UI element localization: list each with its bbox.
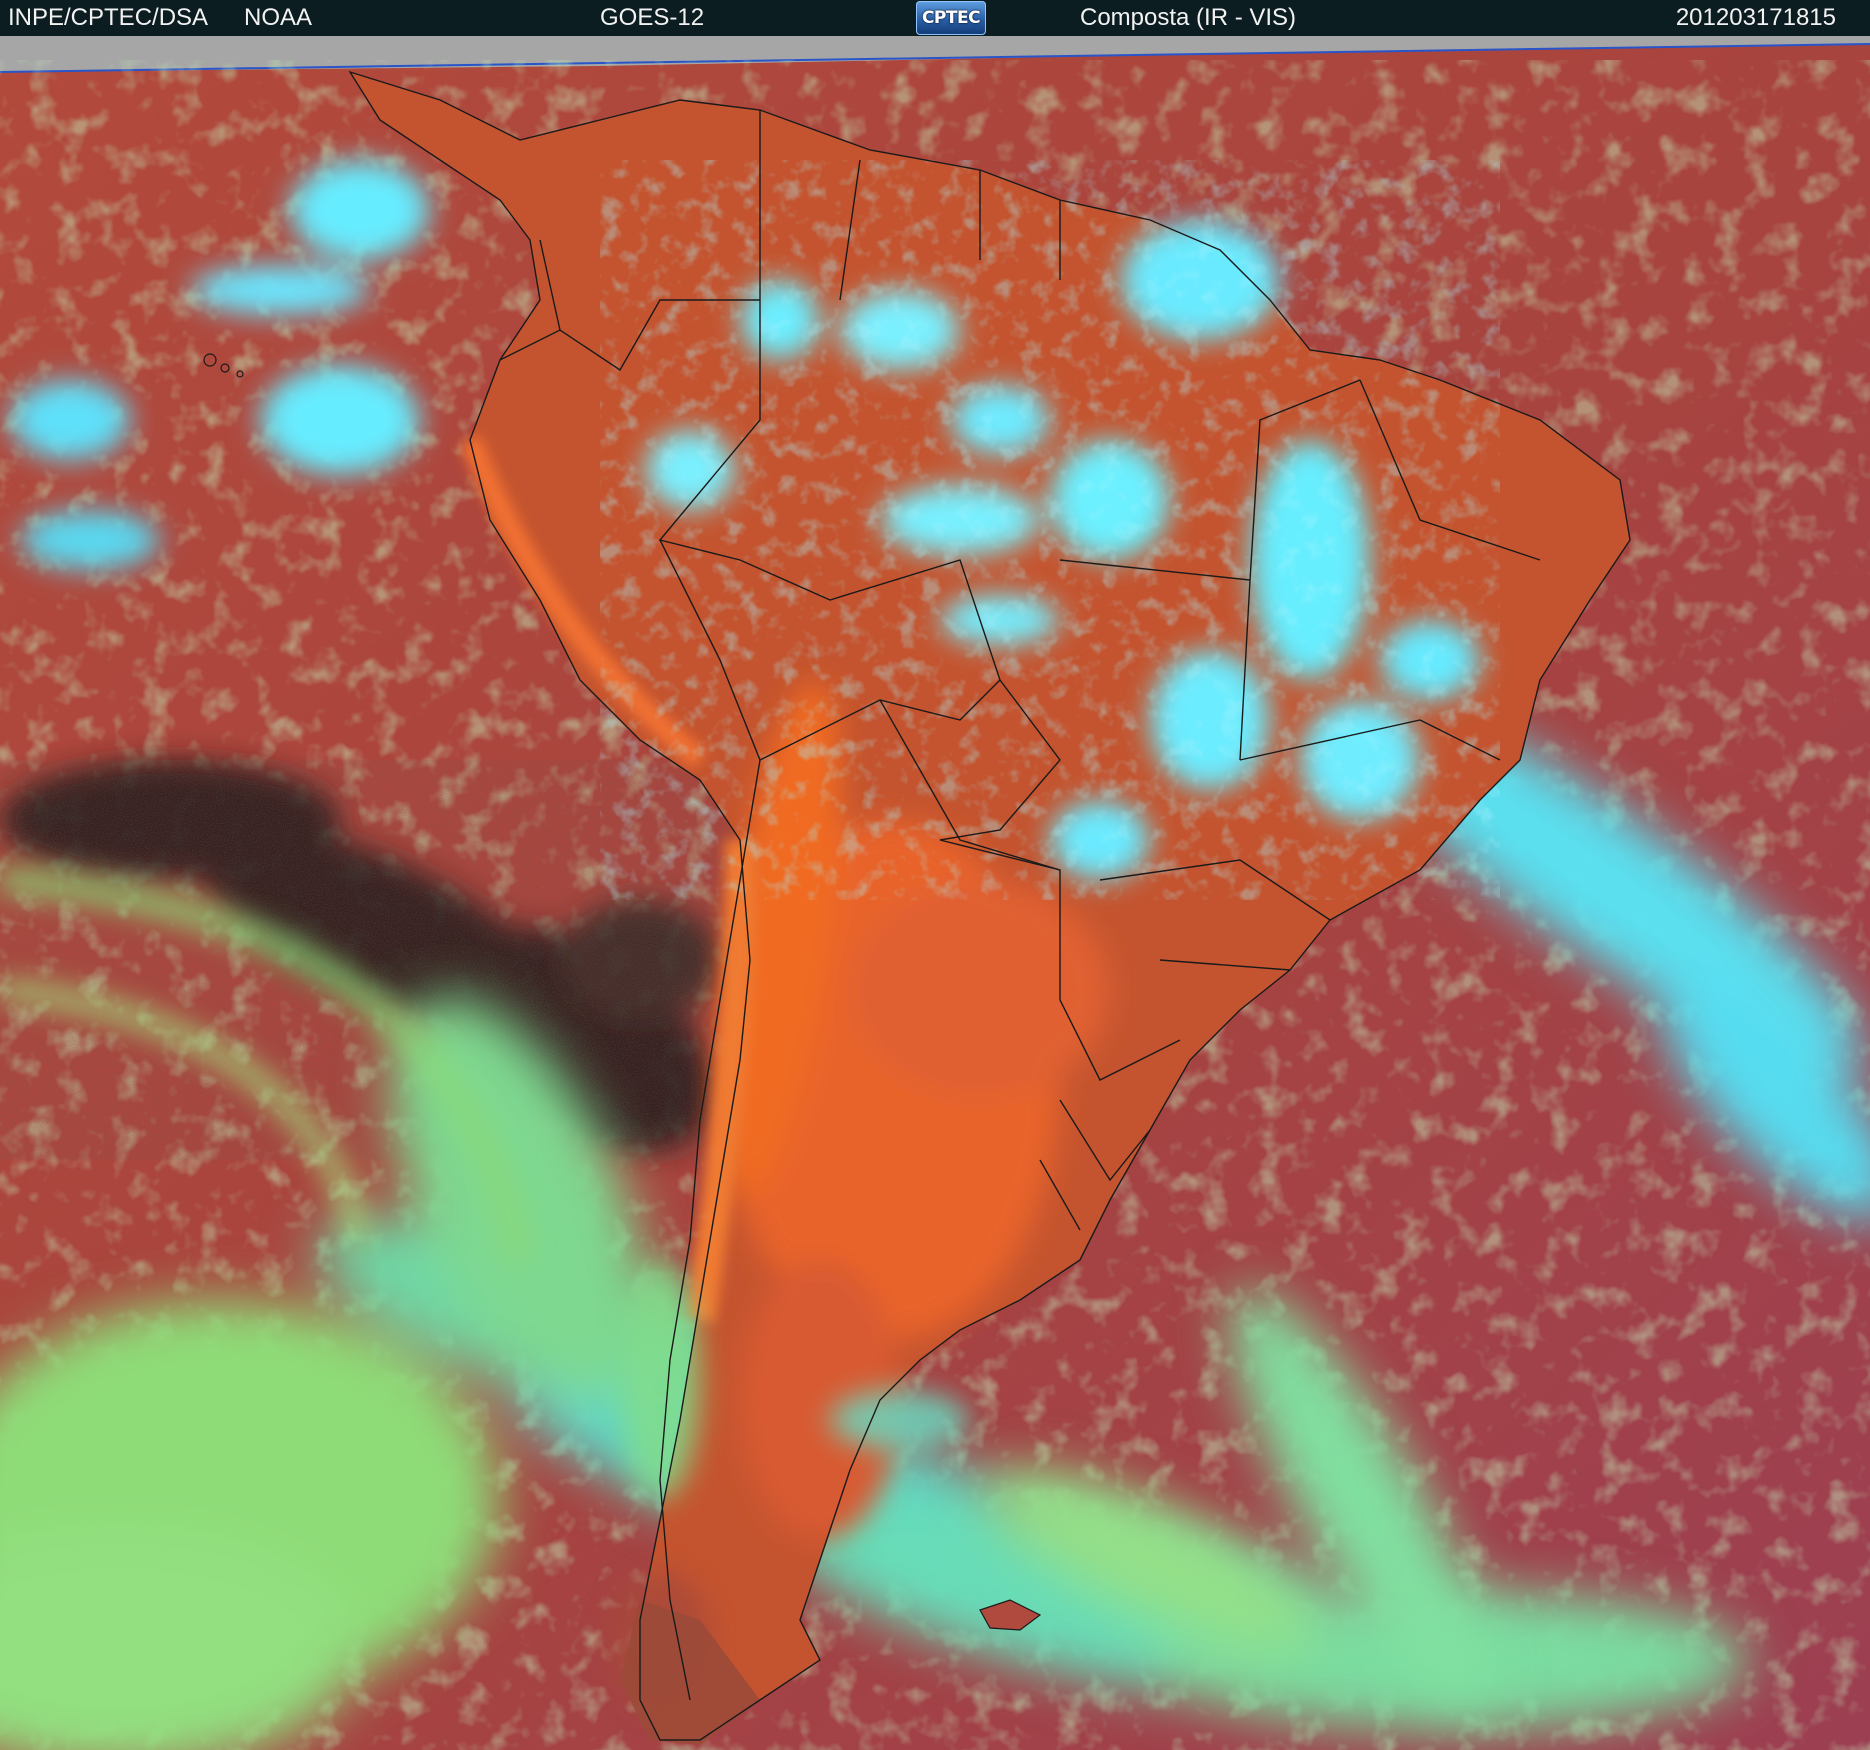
cptec-logo: CPTEC (916, 1, 986, 35)
image-header-bar: INPE/CPTEC/DSA NOAA GOES-12 CPTEC Compos… (0, 0, 1870, 36)
timestamp-label: 201203171815 (1675, 4, 1836, 31)
cptec-logo-text: CPTEC (921, 8, 981, 28)
institution-label: INPE/CPTEC/DSA (8, 4, 209, 31)
product-label: Composta (IR - VIS) (1080, 4, 1297, 31)
satellite-composite-image (0, 36, 1870, 1750)
satellite-label: GOES-12 (600, 4, 705, 31)
agency-label: NOAA (244, 4, 313, 31)
satellite-image-viewer: INPE/CPTEC/DSA NOAA GOES-12 CPTEC Compos… (0, 0, 1870, 1750)
imagery-canvas (0, 36, 1870, 1750)
